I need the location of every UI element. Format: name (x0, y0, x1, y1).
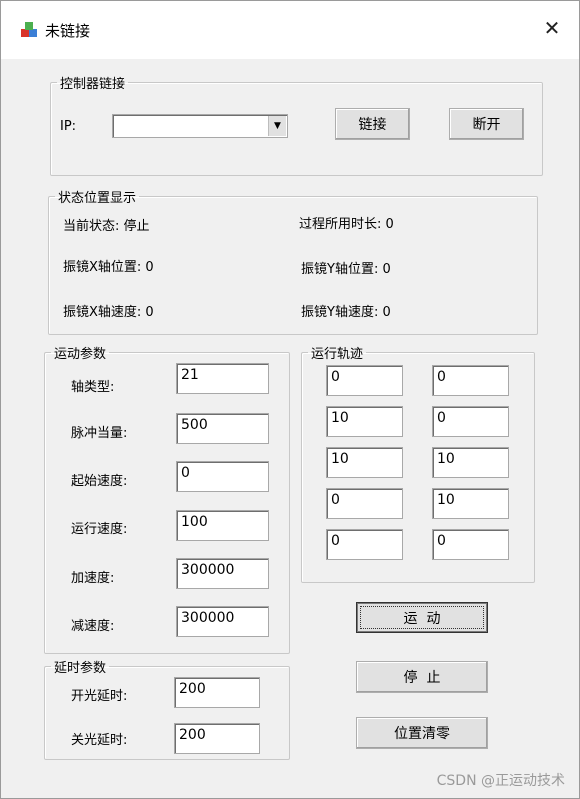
x-position-text: 振镜X轴位置: 0 (63, 260, 154, 275)
traj-x-field-3[interactable]: 10 (326, 447, 403, 478)
y-speed-text: 振镜Y轴速度: 0 (301, 305, 391, 320)
traj-y-field-2[interactable]: 0 (432, 406, 509, 437)
motion-params-legend: 运动参数 (54, 347, 107, 362)
pulse-equiv-label: 脉冲当量: (71, 426, 128, 441)
accel-label: 加速度: (71, 571, 115, 586)
traj-x-field-1[interactable]: 0 (326, 365, 403, 396)
status-legend: 状态位置显示 (58, 191, 137, 206)
title-bar: 未链接 ✕ (1, 1, 579, 59)
delay-params-legend: 延时参数 (54, 661, 107, 676)
traj-x-field-5[interactable]: 0 (326, 529, 403, 560)
current-state-text: 当前状态: 停止 (63, 219, 150, 234)
ip-label: IP: (60, 119, 77, 134)
close-button[interactable]: ✕ (539, 15, 565, 41)
stop-button-label: 停 止 (403, 670, 441, 686)
run-button[interactable]: 运 动 (356, 602, 488, 633)
stop-button[interactable]: 停 止 (356, 661, 488, 693)
controller-link-legend: 控制器链接 (60, 77, 126, 92)
pulse-equiv-field[interactable]: 500 (176, 413, 269, 444)
main-window: 未链接 ✕ 控制器链接 IP: ▼ 链接 断开 状态位置显示 当前状态: 停止 … (0, 0, 580, 799)
laser-off-delay-label: 关光延时: (71, 733, 128, 748)
zero-position-button-label: 位置清零 (394, 726, 450, 742)
run-speed-label: 运行速度: (71, 522, 128, 537)
laser-on-delay-field[interactable]: 200 (174, 677, 260, 708)
traj-y-field-1[interactable]: 0 (432, 365, 509, 396)
traj-y-field-3[interactable]: 10 (432, 447, 509, 478)
axis-type-label: 轴类型: (71, 380, 115, 395)
x-speed-text: 振镜X轴速度: 0 (63, 305, 154, 320)
laser-on-delay-label: 开光延时: (71, 689, 128, 704)
start-speed-field[interactable]: 0 (176, 461, 269, 492)
watermark: CSDN @正运动技术 (436, 773, 565, 789)
ip-select[interactable]: ▼ (112, 114, 288, 138)
traj-x-field-2[interactable]: 10 (326, 406, 403, 437)
focus-ring (360, 606, 484, 629)
elapsed-time-text: 过程所用时长: 0 (299, 217, 394, 232)
start-speed-label: 起始速度: (71, 474, 128, 489)
disconnect-button[interactable]: 断开 (449, 108, 524, 140)
zero-position-button[interactable]: 位置清零 (356, 717, 488, 749)
run-speed-field[interactable]: 100 (176, 510, 269, 541)
traj-y-field-5[interactable]: 0 (432, 529, 509, 560)
trajectory-legend: 运行轨迹 (311, 347, 364, 362)
connect-button-label: 链接 (358, 117, 387, 133)
axis-type-field[interactable]: 21 (176, 363, 269, 394)
laser-off-delay-field[interactable]: 200 (174, 723, 260, 754)
traj-x-field-4[interactable]: 0 (326, 488, 403, 519)
chevron-down-icon[interactable]: ▼ (268, 116, 286, 136)
traj-y-field-4[interactable]: 10 (432, 488, 509, 519)
disconnect-button-label: 断开 (472, 117, 501, 133)
connect-button[interactable]: 链接 (335, 108, 410, 140)
close-icon: ✕ (543, 16, 561, 40)
decel-field[interactable]: 300000 (176, 606, 269, 637)
app-icon (21, 22, 37, 37)
y-position-text: 振镜Y轴位置: 0 (301, 262, 391, 277)
window-title: 未链接 (45, 22, 91, 40)
accel-field[interactable]: 300000 (176, 558, 269, 589)
decel-label: 减速度: (71, 619, 115, 634)
